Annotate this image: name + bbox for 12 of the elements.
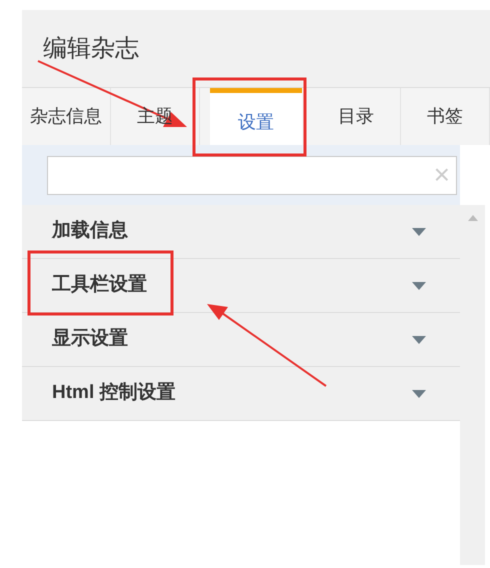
accordion-item[interactable]: 工具栏设置	[22, 259, 460, 313]
page-title: 编辑杂志	[43, 34, 139, 64]
section-label: 加载信息	[52, 219, 128, 244]
scroll-up-icon[interactable]	[468, 215, 478, 221]
section-label: Html 控制设置	[52, 381, 176, 406]
accordion-item[interactable]: Html 控制设置	[22, 367, 460, 421]
scrollbar[interactable]	[460, 205, 485, 565]
accordion-item[interactable]: 显示设置	[22, 313, 460, 367]
accordion-item[interactable]: 加载信息	[22, 205, 460, 259]
section-label: 工具栏设置	[52, 273, 147, 298]
section-label: 显示设置	[52, 327, 128, 352]
tab[interactable]: 设置	[210, 88, 302, 145]
